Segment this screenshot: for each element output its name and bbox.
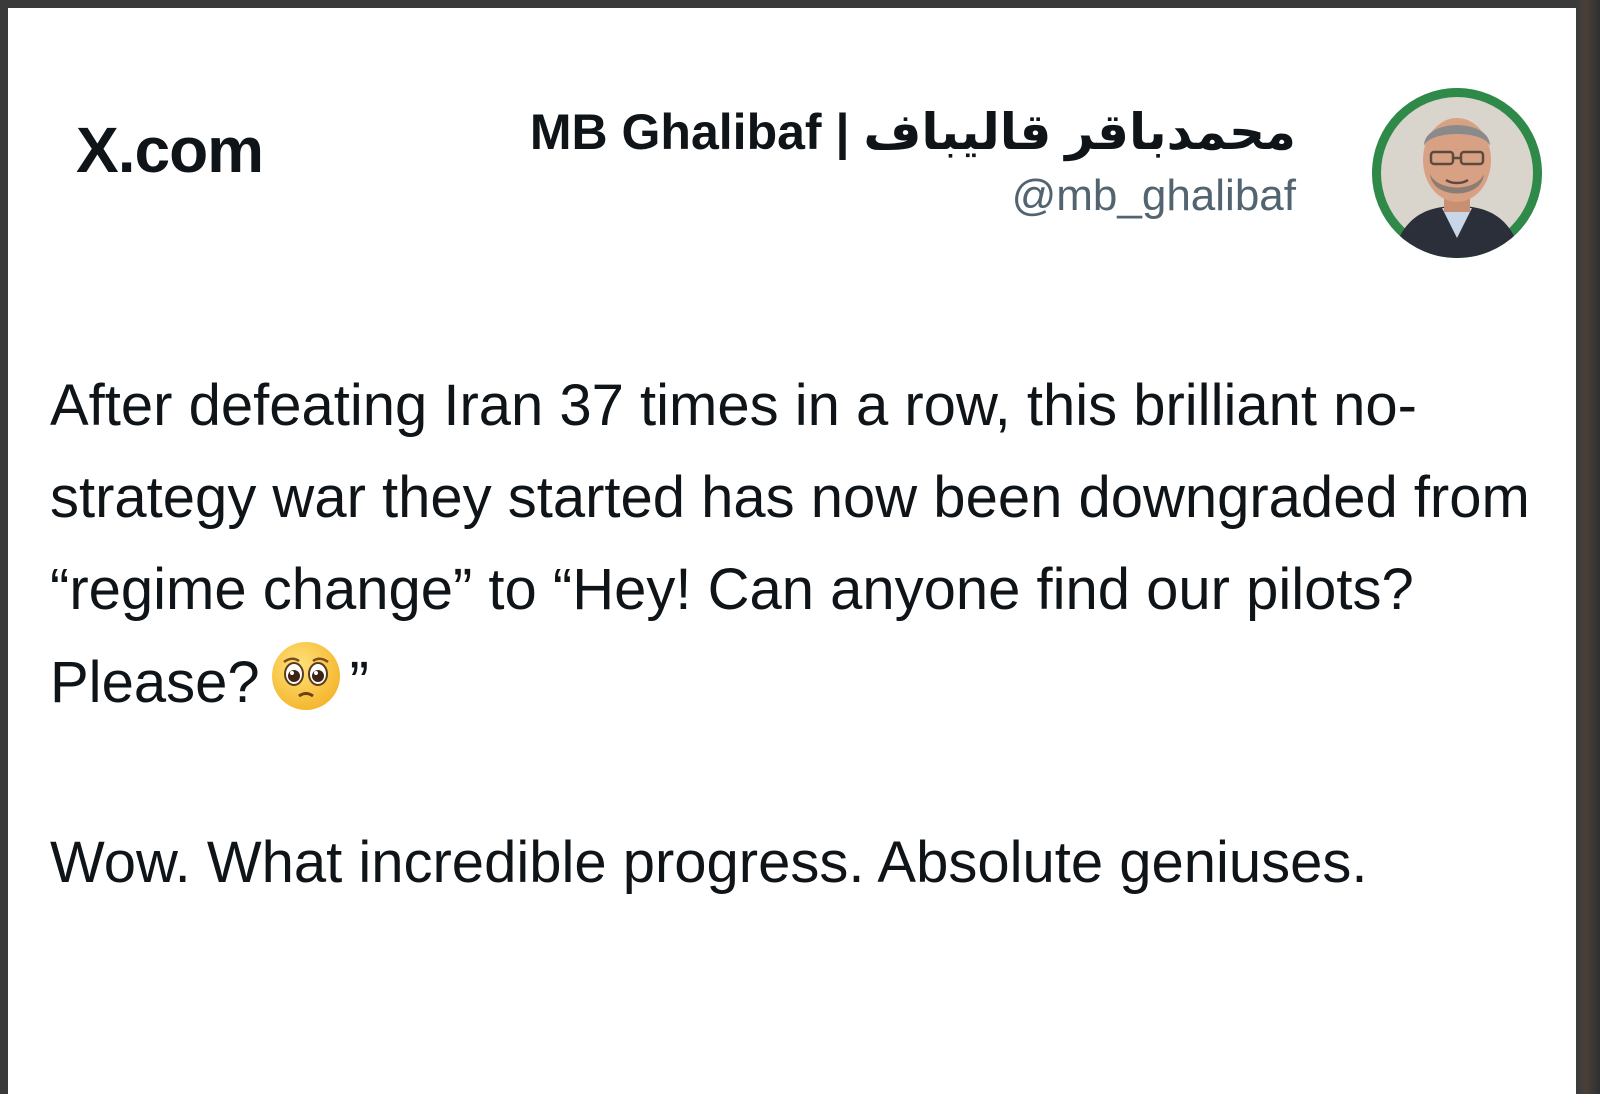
photo-border-left	[0, 0, 8, 1094]
tweet-paragraph-1: After defeating Iran 37 times in a row, …	[50, 360, 1530, 729]
avatar[interactable]	[1372, 88, 1542, 258]
user-handle[interactable]: @mb_ghalibaf	[530, 166, 1296, 226]
photo-border-right	[1576, 0, 1600, 1094]
tweet-closing-quote: ”	[349, 650, 369, 715]
tweet-paragraph-2: Wow. What incredible progress. Absolute …	[50, 830, 1368, 895]
tweet-body: After defeating Iran 37 times in a row, …	[50, 360, 1530, 909]
profile-photo-icon	[1372, 88, 1542, 258]
display-name[interactable]: MB Ghalibaf | محمدباقر قالیباف	[530, 100, 1296, 164]
photo-border-top	[0, 0, 1600, 8]
pleading-face-icon	[266, 636, 346, 716]
tweet-card: X.com MB Ghalibaf | محمدباقر قالیباف @mb…	[8, 8, 1576, 1094]
author-identity[interactable]: MB Ghalibaf | محمدباقر قالیباف @mb_ghali…	[530, 100, 1296, 226]
brand-label: X.com	[76, 114, 264, 186]
